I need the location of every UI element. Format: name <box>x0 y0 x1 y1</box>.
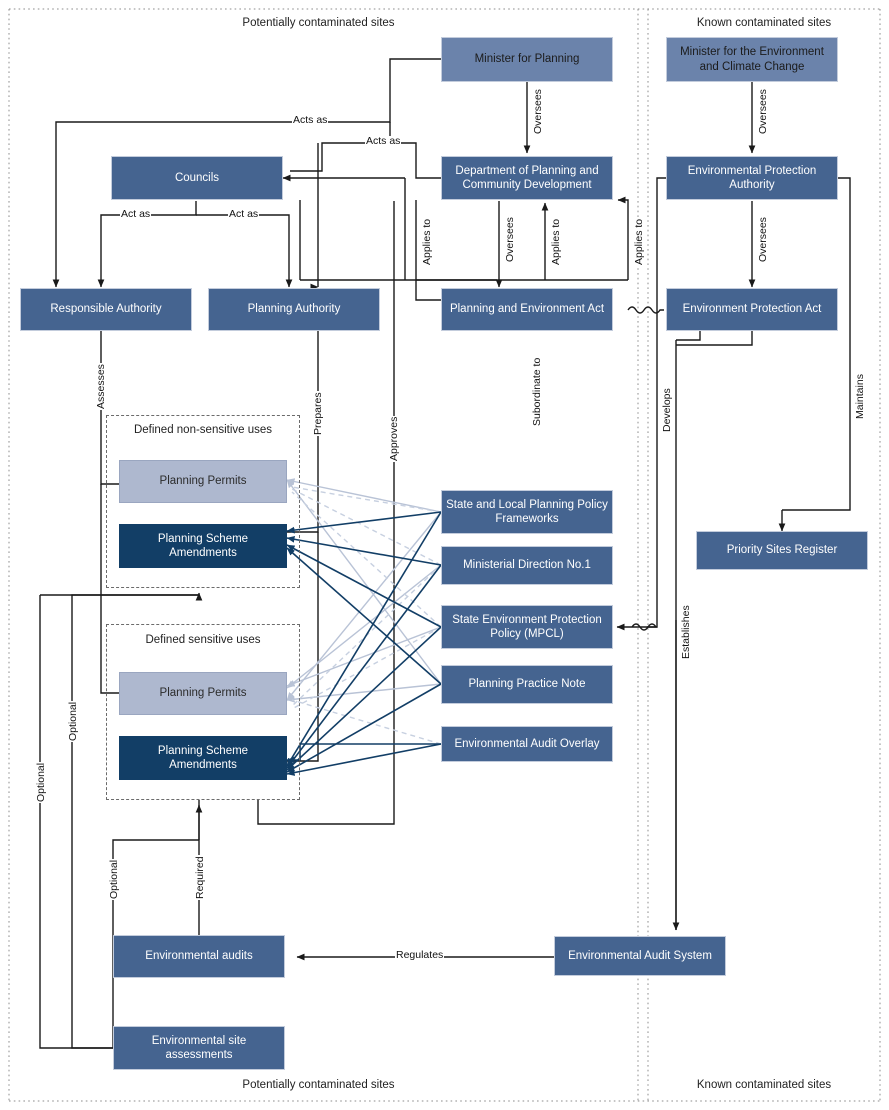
node-environmental-audit-overlay[interactable]: Environmental Audit Overlay <box>441 726 613 762</box>
node-ministerial-direction-no1[interactable]: Ministerial Direction No.1 <box>441 546 613 585</box>
node-planning-permits-sensitive[interactable]: Planning Permits <box>119 672 287 715</box>
node-state-and-local-planning-policy-frameworks[interactable]: State and Local Planning Policy Framewor… <box>441 490 613 534</box>
edge-label-oversees-dpcd: Oversees <box>504 216 516 263</box>
edge-label-optional-1: Optional <box>35 761 47 803</box>
edge-label-act-as-1: Act as <box>120 208 152 220</box>
node-planning-scheme-amendments-sensitive[interactable]: Planning Scheme Amendments <box>119 736 287 780</box>
edge-label-oversees-epa: Oversees <box>757 216 769 263</box>
node-state-environment-protection-policy[interactable]: State Environment Protection Policy (MPC… <box>441 605 613 649</box>
edge-label-maintains: Maintains <box>854 373 866 420</box>
node-planning-permits-non-sensitive[interactable]: Planning Permits <box>119 460 287 503</box>
node-minister-for-planning[interactable]: Minister for Planning <box>441 37 613 82</box>
edge-label-prepares: Prepares <box>312 391 324 436</box>
edge-label-regulates: Regulates <box>395 949 445 961</box>
edge-label-assesses: Assesses <box>95 363 107 410</box>
node-environmental-site-assessments[interactable]: Environmental site assessments <box>113 1026 285 1070</box>
node-councils[interactable]: Councils <box>111 156 283 200</box>
zone-label-top-left: Potentially contaminated sites <box>242 17 395 29</box>
edge-label-develops: Develops <box>661 387 673 433</box>
edge-label-applies-to-3: Applies to <box>633 217 645 266</box>
group-label-sensitive: Defined sensitive uses <box>145 634 261 646</box>
node-environment-protection-act[interactable]: Environment Protection Act <box>666 288 838 331</box>
edge-label-establishes: Establishes <box>680 604 692 660</box>
edge-label-optional-2: Optional <box>67 700 79 742</box>
edge-label-subordinate-to: Subordinate to <box>531 356 543 427</box>
edge-label-approves: Approves <box>388 415 400 462</box>
diagram-canvas: Potentially contaminated sites Known con… <box>0 0 889 1110</box>
node-minister-for-environment[interactable]: Minister for the Environment and Climate… <box>666 37 838 82</box>
edge-label-required: Required <box>194 855 206 900</box>
zone-label-bottom-right: Known contaminated sites <box>696 1079 832 1091</box>
node-planning-authority[interactable]: Planning Authority <box>208 288 380 331</box>
edge-label-oversees-minister-planning: Oversees <box>532 88 544 135</box>
node-environmental-protection-authority[interactable]: Environmental Protection Authority <box>666 156 838 200</box>
group-label-non-sensitive: Defined non-sensitive uses <box>133 424 273 436</box>
zone-label-bottom-left: Potentially contaminated sites <box>242 1079 395 1091</box>
node-department-planning-community-development[interactable]: Department of Planning and Community Dev… <box>441 156 613 200</box>
zone-label-top-right: Known contaminated sites <box>696 17 832 29</box>
edge-label-acts-as-1: Acts as <box>292 114 329 126</box>
node-priority-sites-register[interactable]: Priority Sites Register <box>696 531 868 570</box>
edge-label-applies-to-2: Applies to <box>550 217 562 266</box>
node-environmental-audits[interactable]: Environmental audits <box>113 935 285 978</box>
node-responsible-authority[interactable]: Responsible Authority <box>20 288 192 331</box>
edge-label-act-as-2: Act as <box>228 208 260 220</box>
edge-label-oversees-minister-environment: Oversees <box>757 88 769 135</box>
edge-label-optional-3: Optional <box>108 858 120 900</box>
node-planning-and-environment-act[interactable]: Planning and Environment Act <box>441 288 613 331</box>
node-planning-scheme-amendments-non-sensitive[interactable]: Planning Scheme Amendments <box>119 524 287 568</box>
node-environmental-audit-system[interactable]: Environmental Audit System <box>554 936 726 976</box>
edge-label-acts-as-2: Acts as <box>365 135 402 147</box>
node-planning-practice-note[interactable]: Planning Practice Note <box>441 665 613 704</box>
edge-label-applies-to-1: Applies to <box>421 217 433 266</box>
